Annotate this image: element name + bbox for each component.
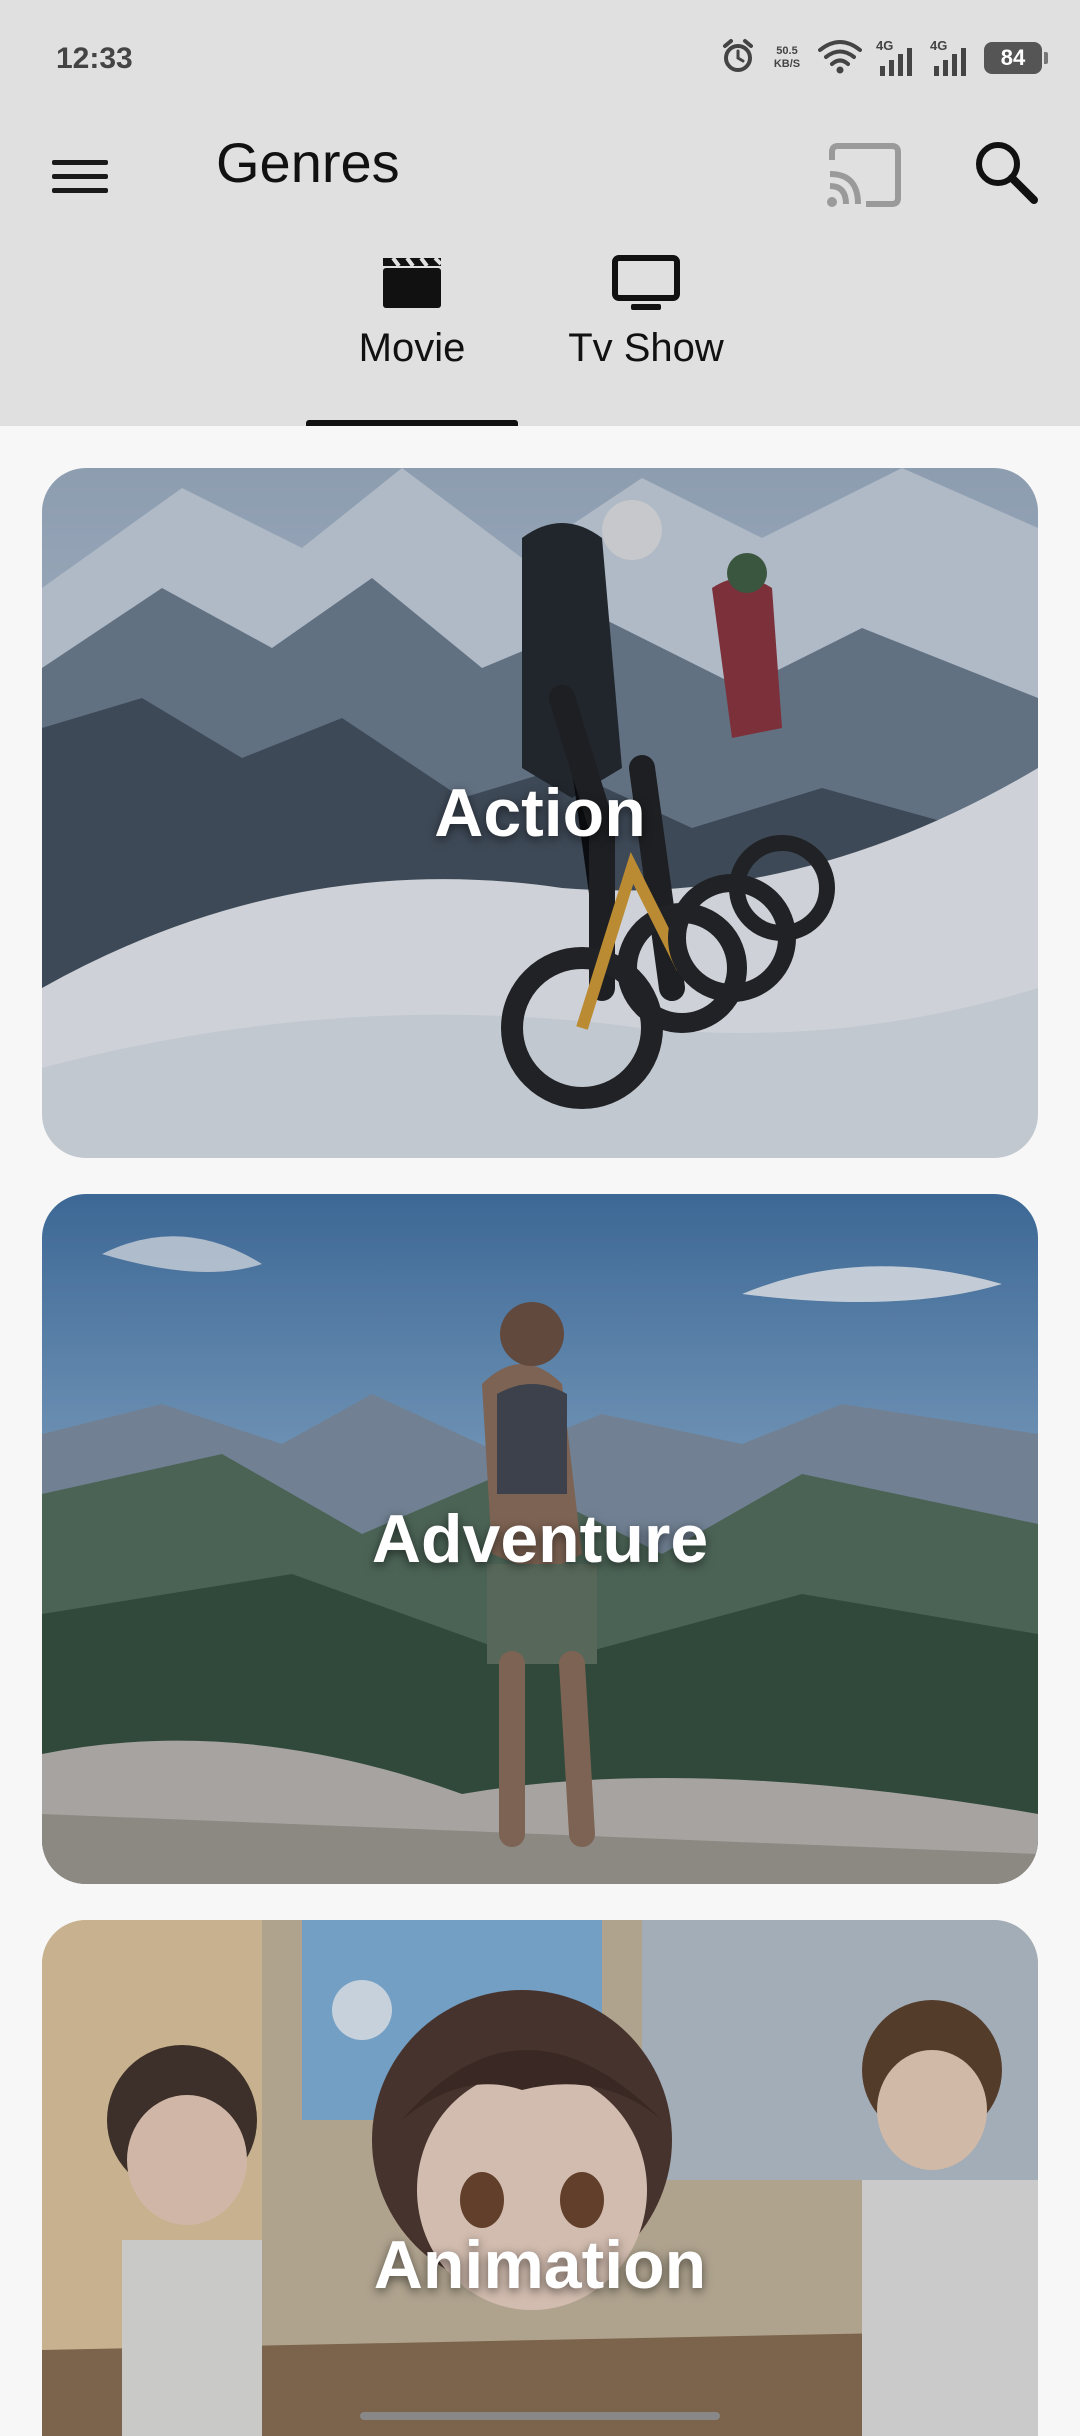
genres-screen: 12:33 50.5 KB/S 4G 4G 84 Genres Movie Tv…	[0, 0, 1080, 2436]
genre-label-action: Action	[434, 775, 646, 851]
page-title: Genres	[216, 131, 400, 194]
cast-icon[interactable]	[822, 140, 902, 212]
alarm-icon	[720, 38, 756, 79]
genre-label-animation: Animation	[373, 2227, 707, 2303]
tab-movie[interactable]: Movie	[306, 240, 518, 426]
genre-label-adventure: Adventure	[371, 1501, 709, 1577]
genre-card-adventure[interactable]: Adventure	[42, 1194, 1038, 1884]
battery-icon: 84	[984, 42, 1048, 74]
net-speed-value: 50.5	[776, 45, 798, 57]
net-speed-unit: KB/S	[773, 58, 801, 70]
net-speed: 50.5 KB/S	[770, 45, 804, 71]
menu-icon[interactable]	[52, 144, 116, 208]
tv-icon	[612, 255, 680, 310]
app-bar: Genres Movie Tv Show	[0, 110, 1080, 426]
genre-card-animation[interactable]: Animation	[42, 1920, 1038, 2436]
status-icons: 50.5 KB/S 4G 4G 84	[720, 36, 1048, 80]
tab-movie-label: Movie	[358, 326, 466, 370]
status-bar: 12:33 50.5 KB/S 4G 4G 84	[0, 0, 1080, 110]
genre-tabs: Movie Tv Show	[0, 240, 1080, 426]
tab-tv-show[interactable]: Tv Show	[540, 240, 752, 426]
wifi-icon	[818, 38, 862, 79]
status-time: 12:33	[56, 42, 133, 75]
signal-icon: 4G	[930, 38, 970, 78]
movie-clapper-icon	[383, 256, 443, 308]
card-overlay	[42, 1920, 1038, 2436]
tab-tv-show-label: Tv Show	[568, 326, 724, 370]
tab-indicator	[306, 420, 518, 426]
genre-card-action[interactable]: Action	[42, 468, 1038, 1158]
search-icon[interactable]	[970, 136, 1042, 208]
signal-icon: 4G	[876, 38, 916, 78]
home-indicator[interactable]	[360, 2412, 720, 2420]
